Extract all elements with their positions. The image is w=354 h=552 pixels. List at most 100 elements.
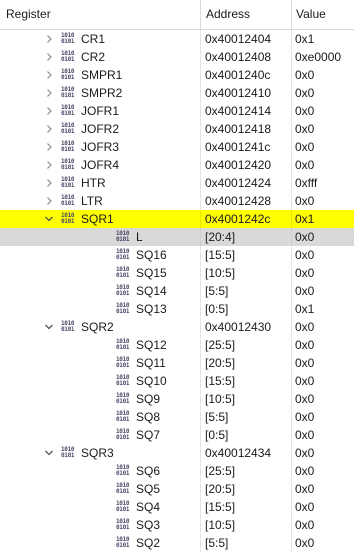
field-row[interactable]: 1010 0101 SQ4 [15:5] 0x0 [0, 498, 354, 516]
value-cell[interactable]: 0x0 [295, 372, 354, 390]
value-cell[interactable]: 0x0 [295, 408, 354, 426]
field-row[interactable]: 1010 0101 SQ13 [0:5] 0x1 [0, 300, 354, 318]
register-binary-icon: 1010 0101 [116, 482, 130, 495]
register-name: SQ11 [136, 356, 166, 370]
value-cell[interactable]: 0x0 [295, 156, 354, 174]
value-cell[interactable]: 0x0 [295, 498, 354, 516]
register-name: JOFR2 [81, 122, 120, 136]
register-binary-icon: 1010 0101 [116, 536, 130, 549]
field-row[interactable]: 1010 0101 SQ15 [10:5] 0x0 [0, 264, 354, 282]
register-row[interactable]: 1010 0101 HTR 0x40012424 0xfff [0, 174, 354, 192]
register-row[interactable]: 1010 0101 LTR 0x40012428 0x0 [0, 192, 354, 210]
register-row[interactable]: 1010 0101 JOFR4 0x40012420 0x0 [0, 156, 354, 174]
value-cell[interactable]: 0x0 [295, 426, 354, 444]
value-cell[interactable]: 0x0 [295, 516, 354, 534]
register-binary-icon: 1010 0101 [61, 68, 75, 81]
value-cell[interactable]: 0x0 [295, 444, 354, 462]
field-row[interactable]: 1010 0101 SQ7 [0:5] 0x0 [0, 426, 354, 444]
field-row[interactable]: 1010 0101 SQ8 [5:5] 0x0 [0, 408, 354, 426]
field-row[interactable]: 1010 0101 SQ11 [20:5] 0x0 [0, 354, 354, 372]
chevron-down-icon[interactable] [44, 318, 54, 336]
column-header-register[interactable]: Register [6, 0, 51, 29]
register-name: SQ4 [136, 500, 161, 514]
register-row[interactable]: 1010 0101 SQR3 0x40012434 0x0 [0, 444, 354, 462]
chevron-right-icon[interactable] [44, 156, 54, 174]
value-cell[interactable]: 0x0 [295, 228, 354, 246]
address-cell: 0x40012420 [205, 158, 272, 172]
column-divider [200, 138, 201, 156]
register-name: HTR [81, 176, 106, 190]
field-row[interactable]: 1010 0101 SQ5 [20:5] 0x0 [0, 480, 354, 498]
register-binary-icon: 1010 0101 [116, 464, 130, 477]
value-cell[interactable]: 0x0 [295, 102, 354, 120]
value-cell[interactable]: 0x0 [295, 264, 354, 282]
chevron-down-icon[interactable] [44, 444, 54, 462]
register-row[interactable]: 1010 0101 SQR1 0x4001242c 0x1 [0, 210, 354, 228]
chevron-right-icon[interactable] [44, 66, 54, 84]
register-row[interactable]: 1010 0101 CR1 0x40012404 0x1 [0, 30, 354, 48]
chevron-right-icon[interactable] [44, 174, 54, 192]
column-header-value[interactable]: Value [296, 0, 326, 29]
register-name: LTR [81, 194, 103, 208]
value-cell[interactable]: 0xe0000 [295, 48, 354, 66]
address-cell: [15:5] [205, 500, 236, 514]
chevron-right-icon[interactable] [44, 48, 54, 66]
value-cell[interactable]: 0x0 [295, 66, 354, 84]
register-row[interactable]: 1010 0101 JOFR3 0x4001241c 0x0 [0, 138, 354, 156]
register-row[interactable]: 1010 0101 SMPR1 0x4001240c 0x0 [0, 66, 354, 84]
value-cell[interactable]: 0x0 [295, 318, 354, 336]
value-cell[interactable]: 0x0 [295, 120, 354, 138]
value-cell[interactable]: 0x0 [295, 84, 354, 102]
register-binary-icon: 1010 0101 [61, 212, 75, 225]
value-cell[interactable]: 0x0 [295, 192, 354, 210]
register-row[interactable]: 1010 0101 SQR2 0x40012430 0x0 [0, 318, 354, 336]
chevron-right-icon[interactable] [44, 30, 54, 48]
field-row[interactable]: 1010 0101 SQ3 [10:5] 0x0 [0, 516, 354, 534]
value-cell[interactable]: 0x1 [295, 30, 354, 48]
field-row[interactable]: 1010 0101 SQ6 [25:5] 0x0 [0, 462, 354, 480]
column-divider [200, 66, 201, 84]
value-cell[interactable]: 0x1 [295, 300, 354, 318]
value-cell[interactable]: 0x0 [295, 282, 354, 300]
register-name: SMPR2 [81, 86, 123, 100]
value-cell[interactable]: 0x0 [295, 390, 354, 408]
value-cell[interactable]: 0x0 [295, 138, 354, 156]
value-cell[interactable]: 0x0 [295, 354, 354, 372]
chevron-right-icon[interactable] [44, 138, 54, 156]
field-row[interactable]: 1010 0101 L [20:4] 0x0 [0, 228, 354, 246]
chevron-right-icon[interactable] [44, 120, 54, 138]
field-row[interactable]: 1010 0101 SQ2 [5:5] 0x0 [0, 534, 354, 552]
register-row[interactable]: 1010 0101 JOFR1 0x40012414 0x0 [0, 102, 354, 120]
value-cell[interactable]: 0x0 [295, 534, 354, 552]
register-name: L [136, 230, 143, 244]
field-row[interactable]: 1010 0101 SQ16 [15:5] 0x0 [0, 246, 354, 264]
value-cell[interactable]: 0x0 [295, 480, 354, 498]
field-row[interactable]: 1010 0101 SQ9 [10:5] 0x0 [0, 390, 354, 408]
address-cell: [15:5] [205, 374, 236, 388]
column-divider [200, 498, 201, 516]
value-cell[interactable]: 0x0 [295, 246, 354, 264]
column-divider[interactable] [200, 0, 201, 30]
register-row[interactable]: 1010 0101 CR2 0x40012408 0xe0000 [0, 48, 354, 66]
chevron-right-icon[interactable] [44, 84, 54, 102]
value-cell[interactable]: 0x0 [295, 336, 354, 354]
address-cell: [20:5] [205, 356, 236, 370]
field-row[interactable]: 1010 0101 SQ14 [5:5] 0x0 [0, 282, 354, 300]
column-divider[interactable] [291, 0, 292, 30]
address-cell: [20:5] [205, 482, 236, 496]
register-row[interactable]: 1010 0101 JOFR2 0x40012418 0x0 [0, 120, 354, 138]
register-row[interactable]: 1010 0101 SMPR2 0x40012410 0x0 [0, 84, 354, 102]
value-cell[interactable]: 0xfff [295, 174, 354, 192]
value-cell[interactable]: 0x1 [295, 210, 354, 228]
field-row[interactable]: 1010 0101 SQ12 [25:5] 0x0 [0, 336, 354, 354]
chevron-down-icon[interactable] [44, 210, 54, 228]
chevron-right-icon[interactable] [44, 192, 54, 210]
column-divider [200, 516, 201, 534]
column-header-address[interactable]: Address [206, 0, 250, 29]
column-divider [200, 156, 201, 174]
field-row[interactable]: 1010 0101 SQ10 [15:5] 0x0 [0, 372, 354, 390]
column-divider [291, 534, 292, 552]
address-cell: [25:5] [205, 338, 236, 352]
chevron-right-icon[interactable] [44, 102, 54, 120]
value-cell[interactable]: 0x0 [295, 462, 354, 480]
